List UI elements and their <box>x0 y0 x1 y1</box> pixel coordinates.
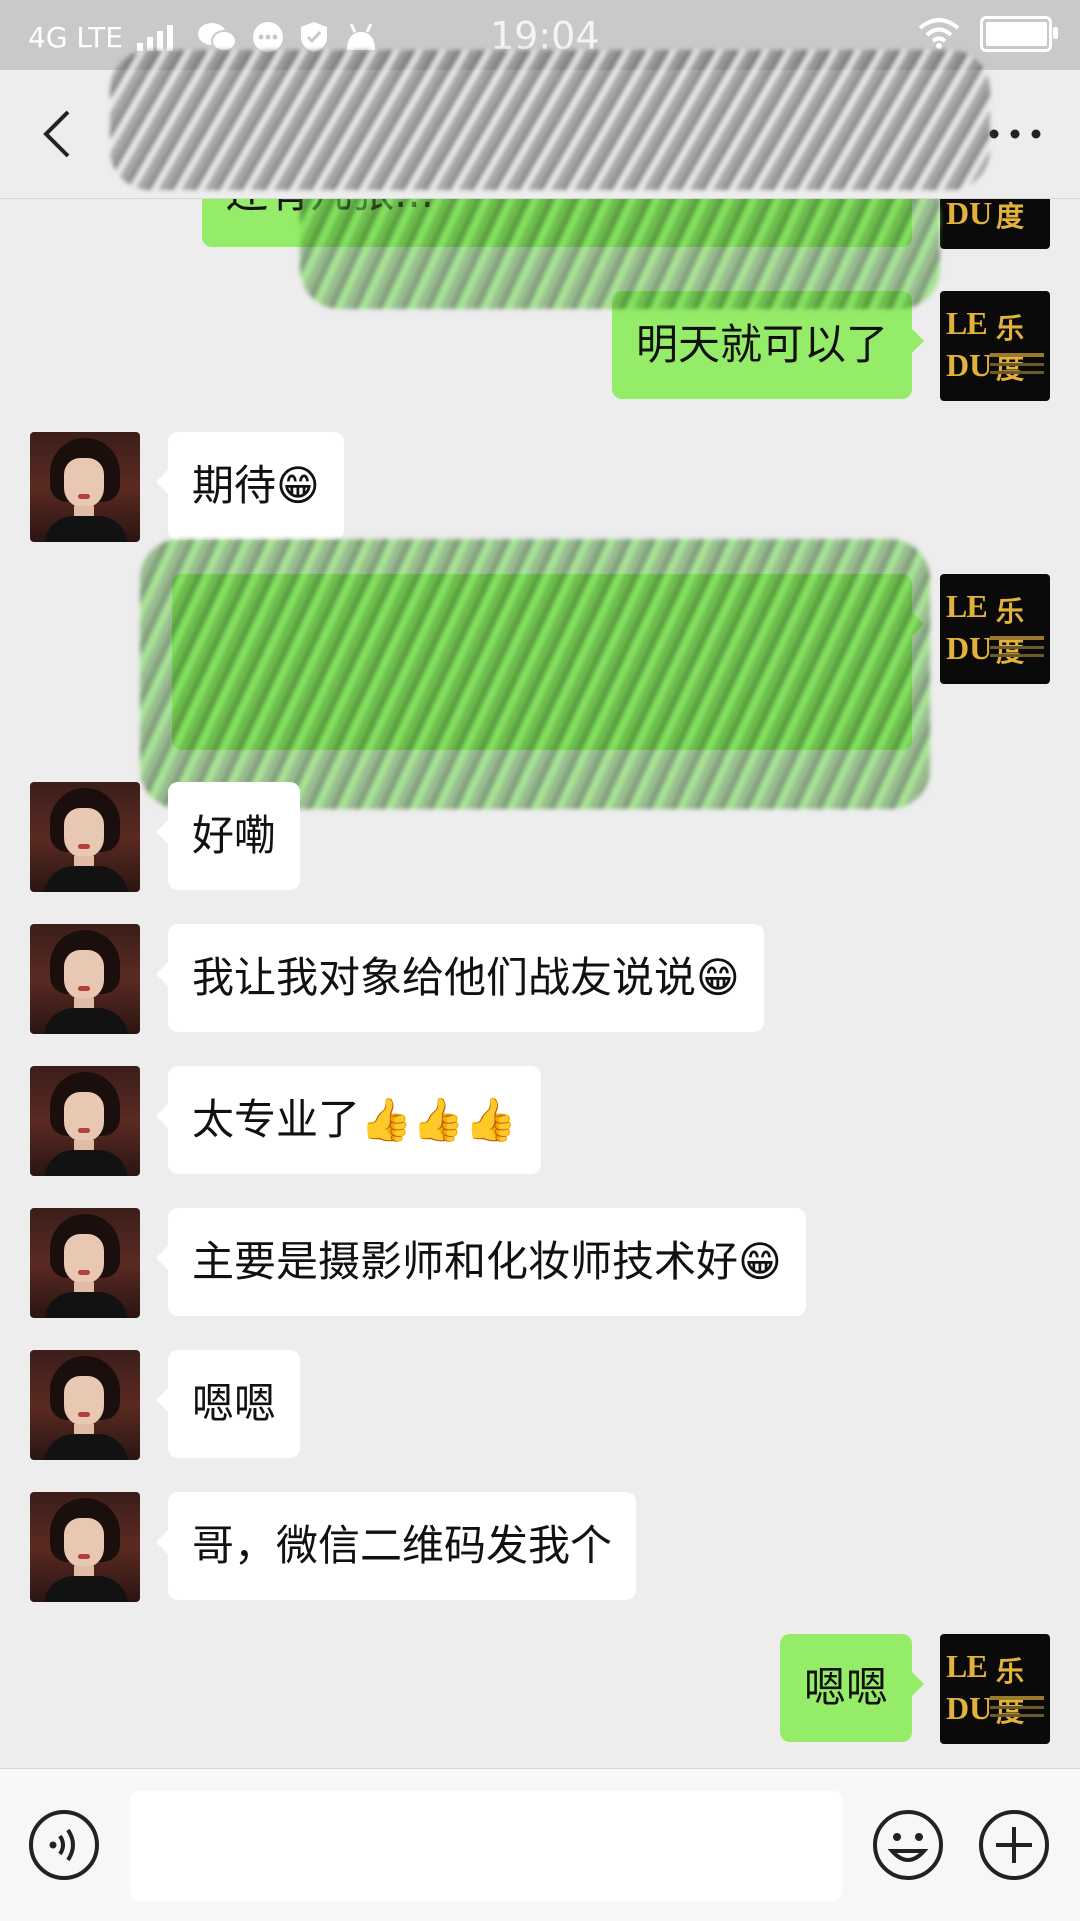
input-bar <box>0 1768 1080 1921</box>
more-options-button[interactable] <box>980 104 1050 164</box>
chat-header <box>0 50 1080 199</box>
contact-avatar[interactable] <box>30 1066 140 1176</box>
sender-avatar[interactable]: LE DU 乐度 <box>940 291 1050 401</box>
emoji-icon[interactable] <box>872 1809 944 1881</box>
back-button[interactable] <box>30 104 90 164</box>
message-row: 好嘞 <box>30 782 301 892</box>
message-icon <box>252 22 283 52</box>
contact-avatar[interactable] <box>30 1350 140 1460</box>
android-icon <box>346 23 375 50</box>
message-bubble[interactable]: 期待😁 <box>156 432 344 540</box>
status-left: 4G LTE <box>28 20 379 54</box>
battery-icon <box>980 16 1058 52</box>
message-bubble[interactable]: 主要是摄影师和化妆师技术好😁 <box>156 1208 806 1316</box>
message-row: 期待😁 <box>30 432 344 542</box>
message-row: 太专业了👍👍👍 <box>30 1066 541 1176</box>
message-bubble[interactable]: 好嘞 <box>155 782 301 890</box>
message-row: LE DU 乐度 嗯嗯 <box>779 1634 1050 1744</box>
contact-avatar[interactable] <box>30 432 140 542</box>
battery-fill <box>986 22 1047 46</box>
status-right <box>918 16 1058 52</box>
voice-icon[interactable] <box>28 1809 100 1881</box>
contact-avatar[interactable] <box>30 1492 140 1602</box>
shield-icon <box>300 22 327 52</box>
redaction-scribble <box>140 539 930 809</box>
message-row: 嗯嗯 <box>30 1350 301 1460</box>
message-bubble[interactable]: 嗯嗯 <box>779 1634 925 1742</box>
redacted-title <box>110 50 990 190</box>
message-row: 我让我对象给他们战友说说😁 <box>30 924 764 1034</box>
redaction-scribble <box>300 199 940 309</box>
sender-avatar[interactable]: LE DU 乐度 <box>940 574 1050 684</box>
message-list[interactable]: LE DU 乐度 还有几张... LE DU 乐度 明天就可以了 期待😁 LE <box>0 199 1080 1769</box>
message-row: 哥，微信二维码发我个 <box>30 1492 637 1602</box>
message-bubble[interactable]: 太专业了👍👍👍 <box>156 1066 541 1174</box>
message-row: 主要是摄影师和化妆师技术好😁 <box>30 1208 806 1318</box>
plus-circle-icon[interactable] <box>978 1809 1050 1881</box>
network-label: 4G LTE <box>28 20 123 54</box>
message-bubble[interactable]: 嗯嗯 <box>155 1350 301 1458</box>
wifi-icon <box>918 18 960 49</box>
contact-avatar[interactable] <box>30 782 140 892</box>
contact-avatar[interactable] <box>30 924 140 1034</box>
message-bubble[interactable]: 哥，微信二维码发我个 <box>155 1492 637 1600</box>
contact-avatar[interactable] <box>30 1208 140 1318</box>
sender-avatar[interactable]: LE DU 乐度 <box>940 199 1050 249</box>
signal-icon <box>136 25 173 51</box>
message-bubble[interactable]: 我让我对象给他们战友说说😁 <box>156 924 764 1032</box>
message-input[interactable] <box>130 1791 842 1901</box>
wechat-icon <box>197 23 237 52</box>
sender-avatar[interactable]: LE DU 乐度 <box>940 1634 1050 1744</box>
